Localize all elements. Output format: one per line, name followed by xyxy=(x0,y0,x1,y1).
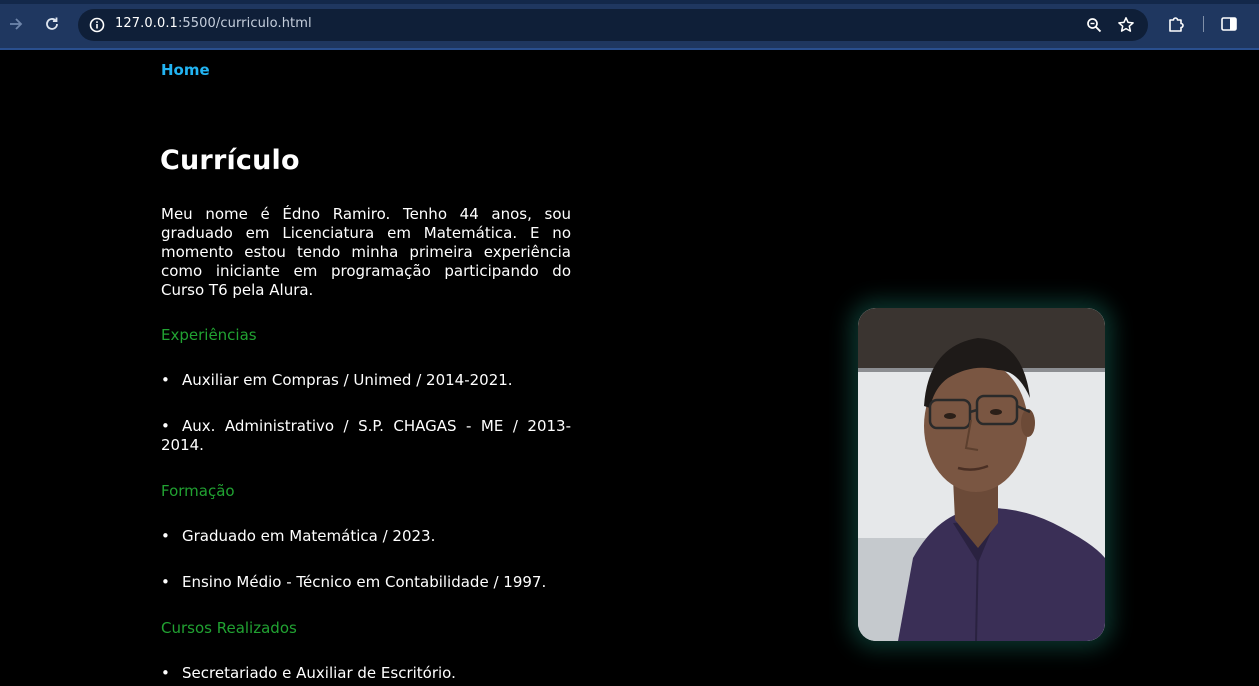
bullet: • xyxy=(161,371,170,389)
section-title-cursos: Cursos Realizados xyxy=(161,619,297,637)
zoom-icon[interactable] xyxy=(1084,15,1104,35)
site-info-icon[interactable] xyxy=(86,14,108,36)
profile-photo xyxy=(858,308,1105,641)
list-item-text: Auxiliar em Compras / Unimed / 2014-2021… xyxy=(182,371,513,389)
list-item-text: Secretariado e Auxiliar de Escritório. xyxy=(182,664,456,682)
toolbar-separator xyxy=(1203,16,1204,32)
page-body: Home Currículo Meu nome é Édno Ramiro. T… xyxy=(0,50,1259,686)
bullet: • xyxy=(161,527,170,545)
reload-icon[interactable] xyxy=(40,12,64,36)
list-item: • Auxiliar em Compras / Unimed / 2014-202… xyxy=(161,371,571,390)
section-title-experiencias: Experiências xyxy=(161,326,257,344)
list-item: • Ensino Médio - Técnico em Contabilidade… xyxy=(161,573,571,592)
extensions-icon[interactable] xyxy=(1164,12,1188,36)
url-text[interactable]: 127.0.0.1:5500/curriculo.html xyxy=(115,16,312,31)
list-item: • Secretariado e Auxiliar de Escritório. xyxy=(161,664,571,683)
home-link[interactable]: Home xyxy=(161,61,210,79)
list-item-text: Ensino Médio - Técnico em Contabilidade … xyxy=(182,573,547,591)
list-item-text: Graduado em Matemática / 2023. xyxy=(182,527,436,545)
forward-icon[interactable] xyxy=(4,12,28,36)
list-item: • Aux. Administrativo / S.P. CHAGAS - ME … xyxy=(161,417,571,455)
bullet: • xyxy=(161,417,170,435)
browser-toolbar: 127.0.0.1:5500/curriculo.html xyxy=(0,0,1259,50)
page-title: Currículo xyxy=(160,145,300,176)
side-panel-icon[interactable] xyxy=(1217,12,1241,36)
bookmark-star-icon[interactable] xyxy=(1116,15,1136,35)
tab-strip-edge xyxy=(0,0,1259,4)
address-bar[interactable]: 127.0.0.1:5500/curriculo.html xyxy=(78,9,1148,41)
bullet: • xyxy=(161,664,170,682)
url-path: :5500/curriculo.html xyxy=(177,16,312,31)
url-host: 127.0.0.1 xyxy=(115,16,178,31)
bullet: • xyxy=(161,573,170,591)
list-item: • Graduado em Matemática / 2023. xyxy=(161,527,571,546)
section-title-formacao: Formação xyxy=(161,482,235,500)
list-item-text: Aux. Administrativo / S.P. CHAGAS - ME /… xyxy=(161,417,571,454)
intro-paragraph: Meu nome é Édno Ramiro. Tenho 44 anos, s… xyxy=(161,205,571,299)
